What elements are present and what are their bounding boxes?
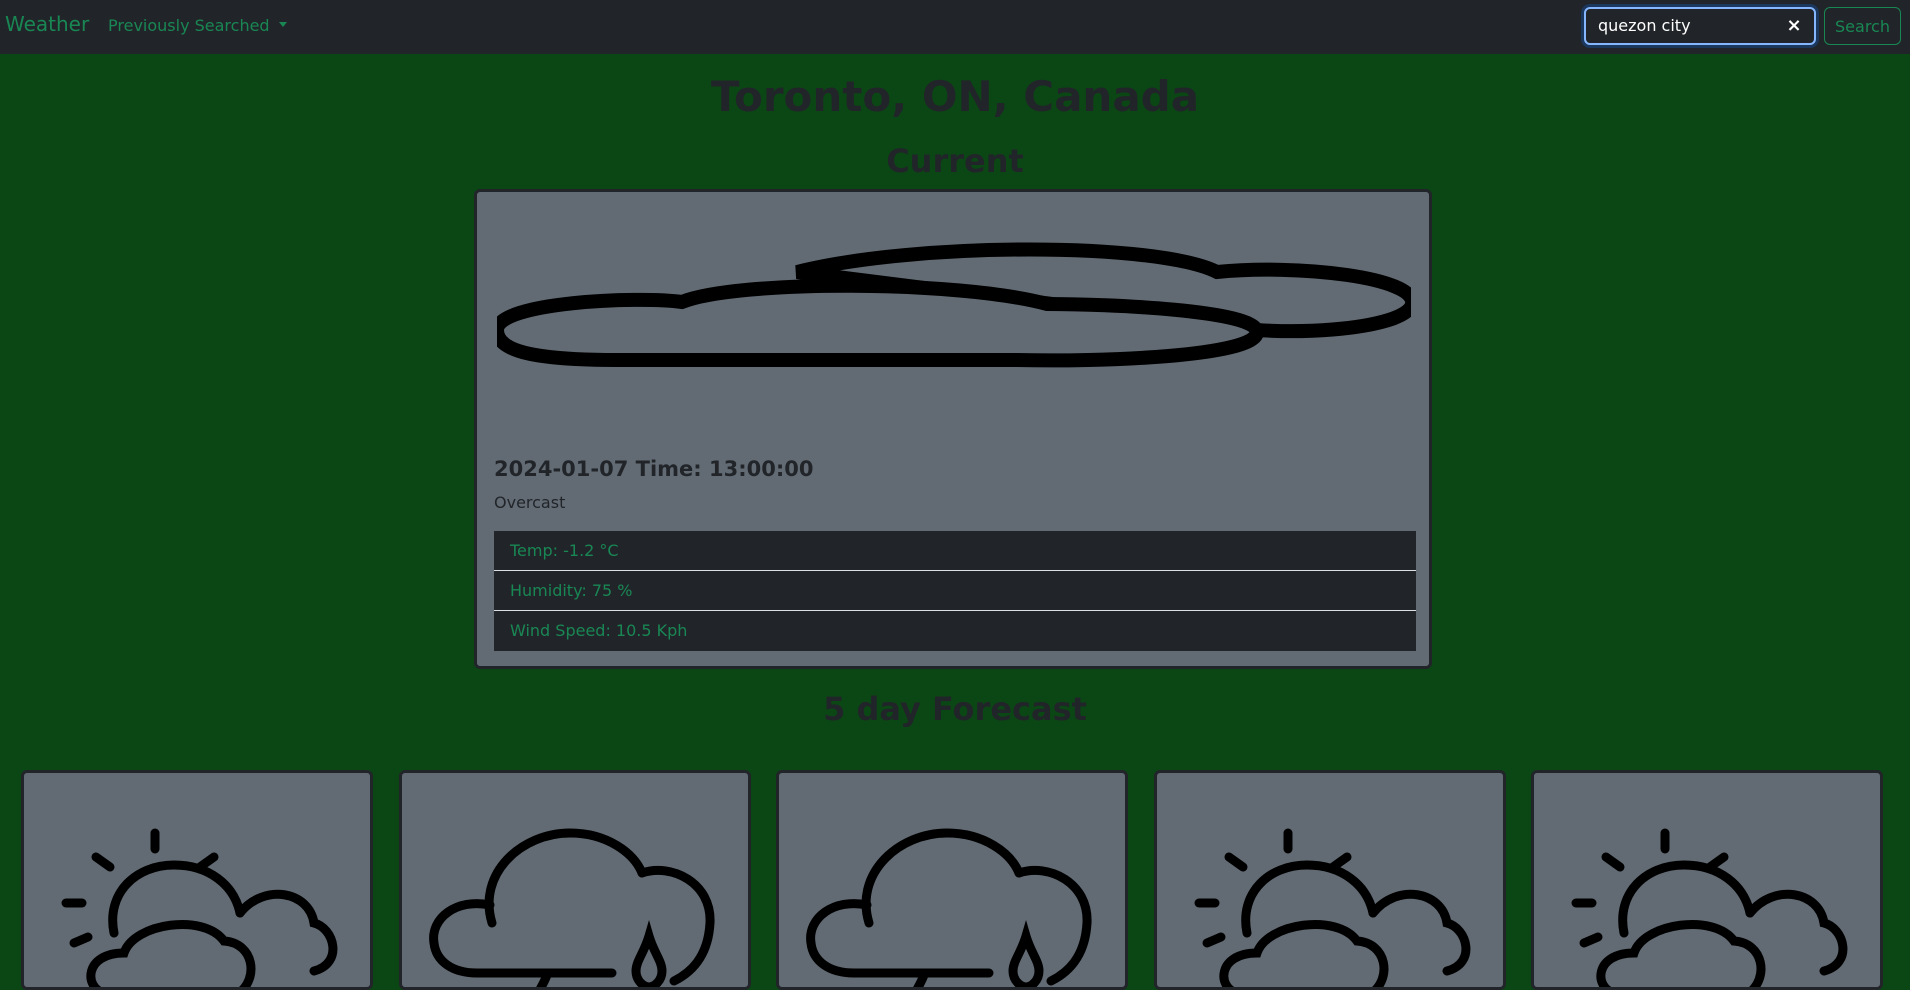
caret-down-icon [278, 22, 287, 27]
clear-search-icon[interactable]: × [1784, 16, 1804, 36]
partly-cloudy-icon [61, 828, 338, 987]
search-input[interactable] [1598, 16, 1778, 35]
current-heading: Current [886, 142, 1024, 180]
partly-cloudy-icon [1194, 828, 1471, 987]
current-condition: Overcast [494, 493, 566, 512]
forecast-card [1531, 770, 1883, 990]
search-box: × [1584, 7, 1816, 45]
rain-cloud-icon [806, 828, 1092, 987]
location-title: Toronto, ON, Canada [710, 72, 1200, 121]
top-navbar: Weather Previously Searched × Search [0, 0, 1910, 54]
dropdown-label: Previously Searched [108, 16, 270, 35]
forecast-card [399, 770, 751, 990]
brand-link[interactable]: Weather [5, 12, 89, 36]
current-weather-card: 2024-01-07 Time: 13:00:00 Overcast Temp:… [474, 189, 1432, 669]
forecast-card [1154, 770, 1506, 990]
search-button[interactable]: Search [1824, 7, 1901, 45]
temperature-item: Temp: -1.2 °C [494, 531, 1416, 571]
current-date-time: 2024-01-07 Time: 13:00:00 [494, 457, 814, 481]
forecast-card [21, 770, 373, 990]
overcast-clouds-icon [497, 242, 1411, 368]
humidity-item: Humidity: 75 % [494, 571, 1416, 611]
partly-cloudy-icon [1571, 828, 1848, 987]
rain-cloud-icon [429, 828, 715, 987]
previously-searched-dropdown[interactable]: Previously Searched [108, 16, 287, 35]
forecast-heading: 5 day Forecast [823, 690, 1087, 728]
current-stats-list: Temp: -1.2 °C Humidity: 75 % Wind Speed:… [494, 531, 1416, 651]
wind-speed-item: Wind Speed: 10.5 Kph [494, 611, 1416, 651]
forecast-card [776, 770, 1128, 990]
